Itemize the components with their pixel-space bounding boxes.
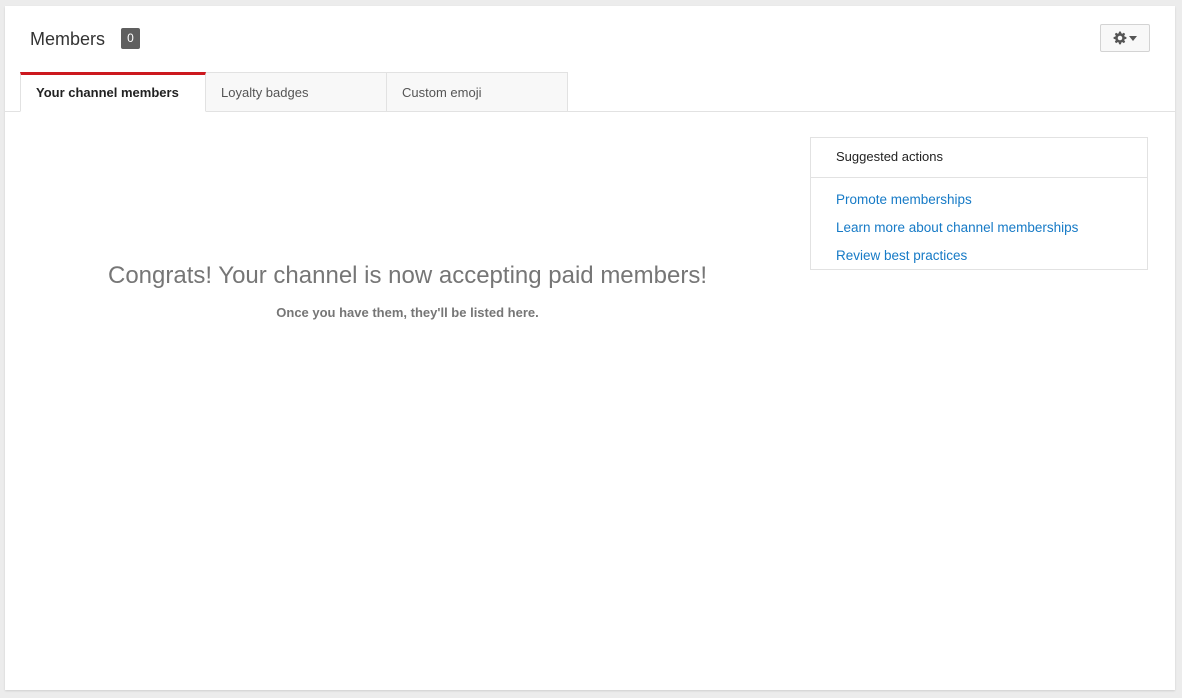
suggested-actions-list: Promote memberships Learn more about cha…	[811, 178, 1147, 270]
learn-more-memberships-link[interactable]: Learn more about channel memberships	[836, 214, 1147, 242]
members-panel: Members 0 Your channel members Loyalty b…	[5, 6, 1175, 690]
empty-state-subtext: Once you have them, they'll be listed he…	[276, 305, 539, 320]
page-title: Members	[30, 29, 106, 49]
tab-loyalty-badges[interactable]: Loyalty badges	[206, 72, 387, 112]
suggested-actions-card: Suggested actions Promote memberships Le…	[810, 137, 1148, 270]
promote-memberships-link[interactable]: Promote memberships	[836, 186, 1147, 214]
tab-custom-emoji[interactable]: Custom emoji	[387, 72, 568, 112]
suggested-actions-title: Suggested actions	[811, 138, 1147, 178]
review-best-practices-link[interactable]: Review best practices	[836, 242, 1147, 270]
empty-state-heading: Congrats! Your channel is now accepting …	[107, 262, 707, 289]
tab-bar: Your channel members Loyalty badges Cust…	[20, 72, 568, 112]
tab-your-channel-members[interactable]: Your channel members	[20, 72, 206, 112]
caret-down-icon	[1129, 35, 1137, 41]
member-count-badge: 0	[121, 28, 140, 49]
gear-icon	[1113, 31, 1127, 45]
settings-dropdown-button[interactable]	[1100, 24, 1150, 52]
